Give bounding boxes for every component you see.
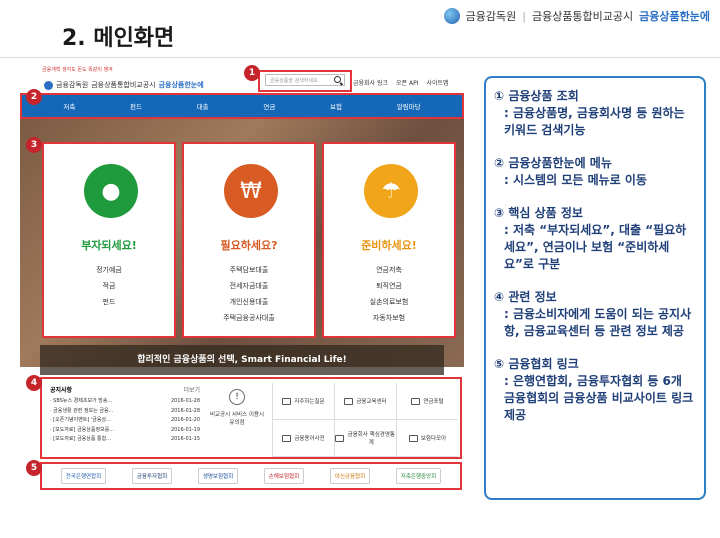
site-logo-icon [44, 80, 53, 90]
site-logo-accent: 금융상품한눈에 [158, 81, 204, 89]
board-icon [344, 397, 354, 405]
piggy-bank-icon: ● [84, 164, 138, 218]
marker-5: 5 [26, 460, 42, 476]
umbrella-icon: ☂ [364, 164, 418, 218]
desc-body: : 은행연합회, 금융투자협회 등 6개 금융협회의 금융상품 비교사이트 링크… [504, 374, 694, 422]
card-prepare[interactable]: ☂ 준비하세요! 연금저축 퇴직연금 실손의료보험 자동차보험 [322, 142, 456, 338]
card-link[interactable]: 실손의료보험 [324, 294, 454, 310]
site-logo[interactable]: 금융감독원 금융상품통합비교공시 금융상품한눈에 [44, 80, 204, 90]
card-link[interactable]: 전세자금대출 [184, 278, 314, 294]
desc-body: : 시스템의 모든 메뉴로 이동 [504, 173, 647, 187]
fss-logo-icon [443, 8, 460, 24]
assoc-link[interactable]: 생명보험협회 [197, 468, 239, 484]
book-icon [282, 434, 292, 442]
util-link-companies[interactable]: 금융회사 링크 [353, 78, 388, 87]
highlight-search [258, 70, 352, 92]
assoc-link[interactable]: 손해보험협회 [263, 468, 305, 484]
marker-3: 3 [26, 137, 42, 153]
chart-icon [335, 434, 344, 442]
desc-head: ③ 핵심 상품 정보 [494, 206, 583, 220]
association-links: 전국은행연합회 금융투자협회 생명보험협회 손해보험협회 여신금융협회 저축은행… [40, 462, 462, 490]
desc-item: ③ 핵심 상품 정보 : 저축 “부자되세요”, 대출 “필요하세요”, 연금이… [494, 205, 696, 273]
notice-row[interactable]: · [보도자료] 금융상품 통합... 2016-01-15 [50, 435, 200, 445]
desc-head: ④ 관련 정보 [494, 290, 557, 304]
notice-row[interactable]: · [보도자료] 금융상품정보를... 2016-01-19 [50, 426, 200, 436]
quick-link-pension[interactable]: 연금포털 [396, 383, 458, 420]
assoc-link[interactable]: 전국은행연합회 [60, 468, 107, 484]
quick-link-education[interactable]: 금융교육센터 [334, 383, 396, 420]
card-head: 부자되세요! [81, 239, 137, 252]
util-link-sitemap[interactable]: 사이트맵 [426, 78, 448, 87]
grid-icon [408, 434, 418, 442]
card-link[interactable]: 펀드 [44, 294, 174, 310]
quick-link-insurance[interactable]: 보험다모아 [396, 420, 458, 457]
notice-row[interactable]: · [오픈기념이벤트] '금융상... 2016-01-20 [50, 416, 200, 426]
monitor-icon [411, 397, 421, 405]
site-header: 금융개혁 생각도 돈도 똑같이 챙겨 금융감독원 금융상품통합비교공시 금융상품… [20, 62, 464, 92]
assoc-link[interactable]: 여신금융협회 [329, 468, 371, 484]
quick-link-glossary[interactable]: 금융용어사전 [272, 420, 334, 457]
notice-title: 공지사항 [50, 387, 73, 394]
card-link[interactable]: 정기예금 [44, 262, 174, 278]
assoc-link[interactable]: 저축은행중앙회 [395, 468, 442, 484]
desc-item: ④ 관련 정보 : 금융소비자에게 도움이 되는 공지사항, 금융교육센터 등 … [494, 289, 696, 340]
description-panel: ① 금융상품 조회 : 금융상품명, 금융회사명 등 원하는 키워드 검색기능 … [484, 76, 706, 500]
desc-item: ② 금융상품한눈에 메뉴 : 시스템의 모든 메뉴로 이동 [494, 155, 696, 189]
desc-body: : 저축 “부자되세요”, 대출 “필요하세요”, 연금이나 보험 “준비하세요… [504, 223, 687, 271]
slide-brand: 금융감독원 | 금융상품통합비교공시 금융상품한눈에 [443, 8, 710, 24]
tiny-brand: 금융개혁 생각도 돈도 똑같이 챙겨 [42, 67, 113, 73]
brand-accent: 금융상품한눈에 [639, 10, 710, 23]
highlight-nav [20, 93, 464, 119]
site-logo-org: 금융감독원 [56, 81, 89, 89]
utility-links: 금융회사 링크 오픈 API 사이트맵 [353, 78, 449, 87]
related-info-section: 공지사항 더보기 · SBS뉴스 경제초보가 방송... 2016-01-28 ·… [40, 377, 462, 459]
brand-org: 금융감독원 [465, 10, 517, 23]
card-head: 준비하세요! [361, 239, 417, 252]
card-link[interactable]: 주택금융공사대출 [184, 310, 314, 326]
notice-row[interactable]: · 금융생활 관련 정보는 금융... 2016-01-28 [50, 407, 200, 417]
desc-body: : 금융소비자에게 도움이 되는 공지사항, 금융교육센터 등 관련 정보 제공 [504, 307, 692, 338]
desc-body: : 금융상품명, 금융회사명 등 원하는 키워드 검색기능 [504, 106, 685, 137]
marker-4: 4 [26, 375, 42, 391]
desc-head: ② 금융상품한눈에 메뉴 [494, 156, 612, 170]
notice-row[interactable]: · SBS뉴스 경제초보가 방송... 2016-01-28 [50, 397, 200, 407]
quick-links: 자주하는질문 금융교육센터 연금포털 금융용어사전 금융회사 핵심경영통계 보험… [272, 383, 458, 457]
wallet-icon: ₩ [224, 164, 278, 218]
quick-link-stats[interactable]: 금융회사 핵심경영통계 [334, 420, 396, 457]
website-screenshot: 금융개혁 생각도 돈도 똑같이 챙겨 금융감독원 금융상품통합비교공시 금융상품… [20, 62, 464, 494]
card-savings[interactable]: ● 부자되세요! 정기예금 적금 펀드 [42, 142, 176, 338]
card-link[interactable]: 연금저축 [324, 262, 454, 278]
brand-site: 금융상품통합비교공시 [531, 10, 634, 23]
brand-separator: | [522, 9, 526, 23]
service-caution-link[interactable]: ! 비교공시 서비스 이용시 유의점 [207, 389, 267, 426]
assoc-link[interactable]: 금융투자협회 [131, 468, 173, 484]
tagline: 합리적인 금융상품의 선택, Smart Financial Life! [40, 345, 444, 375]
card-link[interactable]: 개인신용대출 [184, 294, 314, 310]
chat-icon [282, 397, 292, 405]
util-link-openapi[interactable]: 오픈 API [396, 78, 418, 87]
quick-link-faq[interactable]: 자주하는질문 [272, 383, 334, 420]
marker-1: 1 [244, 65, 260, 81]
desc-item: ① 금융상품 조회 : 금융상품명, 금융회사명 등 원하는 키워드 검색기능 [494, 88, 696, 139]
notice-more-link[interactable]: 더보기 [183, 385, 200, 394]
desc-item: ⑤ 금융협회 링크 : 은행연합회, 금융투자협회 등 6개 금융협회의 금융상… [494, 356, 696, 424]
card-link[interactable]: 적금 [44, 278, 174, 294]
desc-head: ① 금융상품 조회 [494, 89, 579, 103]
card-link[interactable]: 퇴직연금 [324, 278, 454, 294]
card-head: 필요하세요? [220, 239, 278, 252]
notice-board: 공지사항 더보기 · SBS뉴스 경제초보가 방송... 2016-01-28 ·… [50, 385, 200, 445]
card-link[interactable]: 주택담보대출 [184, 262, 314, 278]
title-divider [0, 57, 720, 58]
card-link[interactable]: 자동차보험 [324, 310, 454, 326]
site-logo-site: 금융상품통합비교공시 [91, 81, 156, 89]
exclamation-icon: ! [229, 389, 245, 405]
desc-head: ⑤ 금융협회 링크 [494, 357, 579, 371]
slide-title: 2. 메인화면 [62, 26, 175, 51]
card-loans[interactable]: ₩ 필요하세요? 주택담보대출 전세자금대출 개인신용대출 주택금융공사대출 [182, 142, 316, 338]
marker-2: 2 [26, 89, 42, 105]
